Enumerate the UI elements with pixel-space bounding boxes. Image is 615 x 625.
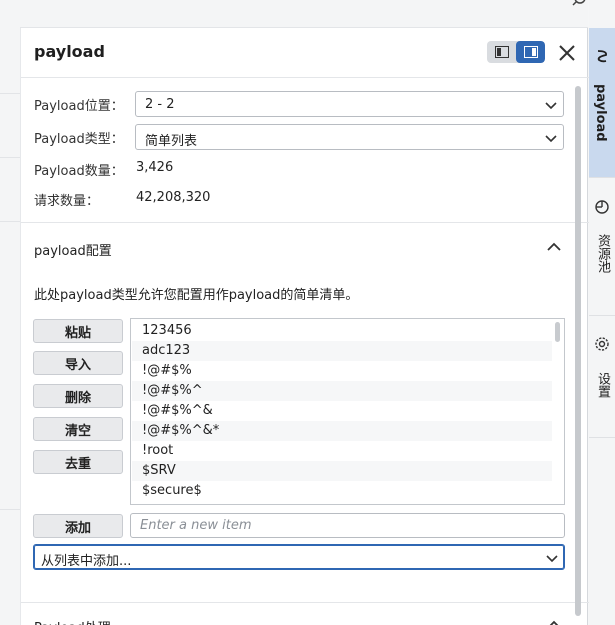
layout-toggle[interactable]	[487, 41, 545, 63]
list-item[interactable]: $SRV	[132, 461, 552, 481]
list-item[interactable]: !@#$%^	[132, 381, 552, 401]
chevron-down-icon	[545, 102, 557, 110]
close-icon[interactable]	[556, 42, 578, 64]
layout-right-icon[interactable]	[516, 41, 545, 63]
panel-header: payload	[21, 28, 589, 78]
request-count-row: 请求数量： 42,208,320	[34, 186, 574, 210]
chevron-up-icon[interactable]	[546, 617, 562, 625]
resource-pool-icon	[595, 200, 609, 214]
list-scrollbar[interactable]	[555, 322, 560, 342]
list-item[interactable]: !@#$%	[132, 361, 552, 381]
rail-label-resource-pool: 资源池	[595, 234, 610, 273]
panel-scrollbar-thumb[interactable]	[575, 86, 581, 616]
load-button[interactable]: 导入	[33, 351, 123, 375]
rail-label-payload: payload	[593, 84, 608, 142]
payload-position-label: Payload位置：	[34, 99, 124, 114]
search-icon[interactable]	[571, 0, 589, 10]
list-item[interactable]: !@#$%^&*	[132, 421, 552, 441]
clear-button[interactable]: 清空	[33, 417, 123, 441]
dedupe-button[interactable]: 去重	[33, 450, 123, 474]
chevron-down-icon	[545, 135, 557, 143]
rail-item-payload[interactable]: payload	[589, 28, 615, 178]
divider	[21, 222, 589, 223]
rail-item-resource-pool[interactable]: 资源池	[589, 178, 615, 316]
payload-count-label: Payload数量：	[34, 164, 124, 179]
paste-button[interactable]: 粘贴	[33, 319, 123, 343]
payload-position-row: Payload位置： 2 - 2	[34, 91, 574, 117]
payload-panel: payload Payload位置： 2 - 2 Payload类型： 简单列表…	[20, 28, 589, 625]
payload-type-value: 简单列表	[145, 134, 198, 149]
list-item[interactable]: 123456	[132, 321, 552, 341]
payload-list[interactable]: 123456 adc123 !@#$% !@#$%^ !@#$%^& !@#$%…	[130, 318, 565, 505]
payload-config-title: payload配置	[34, 244, 112, 259]
list-item[interactable]: adc123	[132, 341, 552, 361]
layout-left-icon[interactable]	[487, 41, 516, 63]
payload-processing-title: Payload处理	[34, 617, 111, 625]
rail-label-settings: 设置	[595, 372, 610, 398]
payload-position-select[interactable]: 2 - 2	[135, 91, 564, 117]
list-item[interactable]: !root	[132, 441, 552, 461]
new-item-placeholder: Enter a new item	[140, 518, 252, 533]
chevron-up-icon[interactable]	[546, 239, 562, 255]
payload-type-row: Payload类型： 简单列表	[34, 124, 574, 150]
payload-count-row: Payload数量： 3,426	[34, 156, 574, 180]
add-button[interactable]: 添加	[33, 514, 123, 538]
add-from-list-select[interactable]: 从列表中添加...	[33, 544, 565, 570]
panel-title: payload	[34, 42, 105, 61]
rail-item-settings[interactable]: 设置	[589, 316, 615, 438]
payload-icon	[597, 50, 607, 63]
new-item-input[interactable]: Enter a new item	[130, 513, 565, 538]
payload-position-value: 2 - 2	[145, 97, 175, 112]
panel-scrollbar[interactable]	[571, 78, 587, 625]
top-bar	[0, 0, 588, 28]
divider	[21, 602, 589, 603]
list-item[interactable]: !@#$%^&	[132, 401, 552, 421]
request-count-label: 请求数量：	[34, 194, 100, 209]
background-pane	[0, 0, 20, 625]
gear-icon	[595, 337, 609, 351]
payload-config-description: 此处payload类型允许您配置用作payload的简单清单。	[34, 288, 359, 303]
request-count-value: 42,208,320	[136, 190, 211, 205]
right-rail: payload 资源池 设置	[589, 0, 615, 625]
add-from-list-value: 从列表中添加...	[41, 554, 132, 569]
payload-type-label: Payload类型：	[34, 132, 124, 147]
payload-count-value: 3,426	[136, 160, 174, 175]
chevron-down-icon	[546, 555, 558, 563]
list-item[interactable]: $secure$	[132, 481, 552, 501]
remove-button[interactable]: 删除	[33, 384, 123, 408]
payload-type-select[interactable]: 简单列表	[135, 124, 564, 150]
